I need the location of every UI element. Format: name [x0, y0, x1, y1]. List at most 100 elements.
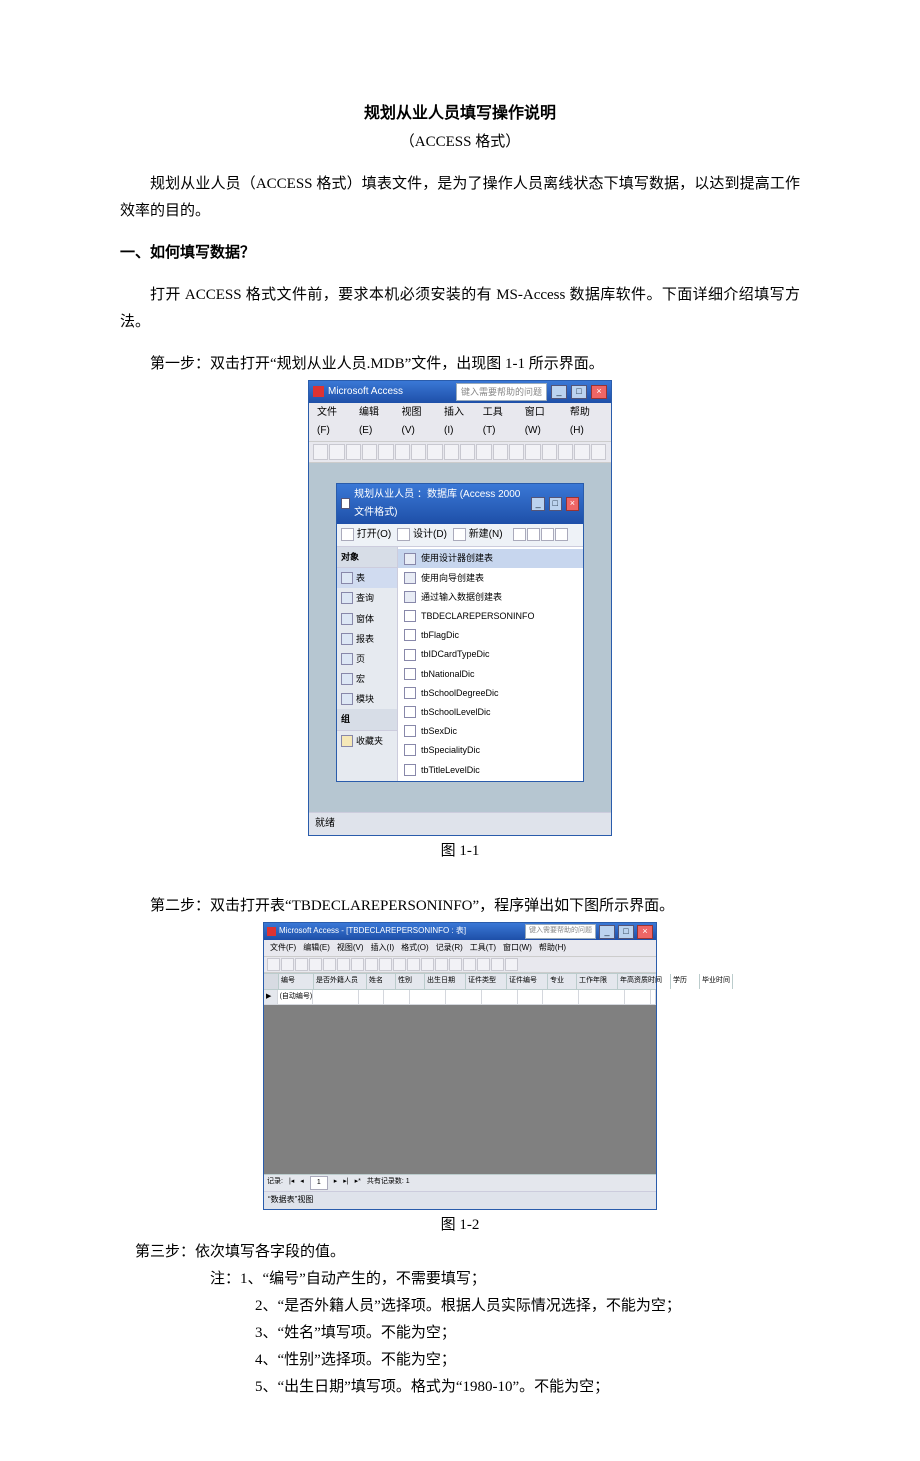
menu-tools[interactable]: 工具(T) — [479, 404, 519, 440]
nav-new-button[interactable]: ▸* — [355, 1176, 361, 1191]
toolbar-button[interactable] — [346, 444, 361, 460]
col-edu[interactable]: 学历 — [671, 974, 700, 989]
nav-queries[interactable]: 查询 — [337, 588, 397, 608]
menu-insert[interactable]: 插入(I) — [368, 941, 398, 955]
col-years[interactable]: 工作年限 — [577, 974, 618, 989]
nav-tables[interactable]: 表 — [337, 568, 397, 588]
menu-window[interactable]: 窗口(W) — [500, 941, 535, 955]
maximize-button[interactable]: □ — [571, 385, 587, 399]
toolbar-button[interactable] — [493, 444, 508, 460]
toolbar-button[interactable] — [491, 958, 504, 971]
db-new-button[interactable]: 新建(N) — [453, 526, 503, 544]
toolbar-button[interactable] — [295, 958, 308, 971]
close-button[interactable]: × — [637, 925, 653, 939]
col-major[interactable]: 专业 — [548, 974, 577, 989]
nav-pages[interactable]: 页 — [337, 649, 397, 669]
toolbar-button[interactable] — [591, 444, 606, 460]
toolbar-button[interactable] — [449, 958, 462, 971]
menu-file[interactable]: 文件(F) — [267, 941, 299, 955]
list-item[interactable]: TBDECLAREPERSONINFO — [398, 607, 583, 626]
toolbar-button[interactable] — [574, 444, 589, 460]
toolbar-button[interactable] — [362, 444, 377, 460]
toolbar-button[interactable] — [477, 958, 490, 971]
app-titlebar[interactable]: Microsoft Access - [TBDECLAREPERSONINFO … — [264, 923, 656, 940]
toolbar-button[interactable] — [463, 958, 476, 971]
app-titlebar[interactable]: Microsoft Access 键入需要帮助的问题 _ □ × — [309, 381, 611, 403]
list-item[interactable]: tbSchoolLevelDic — [398, 702, 583, 721]
toolbar-button[interactable] — [460, 444, 475, 460]
list-item[interactable]: 通过输入数据创建表 — [398, 587, 583, 606]
db-open-button[interactable]: 打开(O) — [341, 526, 391, 544]
list-item[interactable]: tbIDCardTypeDic — [398, 645, 583, 664]
toolbar-button[interactable] — [329, 444, 344, 460]
toolbar-button[interactable] — [337, 958, 350, 971]
list-item[interactable]: tbNationalDic — [398, 664, 583, 683]
menu-tools[interactable]: 工具(T) — [467, 941, 499, 955]
minimize-button[interactable]: _ — [599, 925, 615, 939]
menu-edit[interactable]: 编辑(E) — [355, 404, 396, 440]
maximize-button[interactable]: □ — [618, 925, 634, 939]
view-detail-icon[interactable] — [555, 528, 568, 541]
list-item[interactable]: tbSpecialityDic — [398, 741, 583, 760]
menu-window[interactable]: 窗口(W) — [521, 404, 564, 440]
col-name[interactable]: 姓名 — [367, 974, 396, 989]
toolbar-button[interactable] — [393, 958, 406, 971]
db-maximize-button[interactable]: □ — [549, 497, 562, 511]
help-search-input[interactable]: 键入需要帮助的问题 — [456, 383, 547, 401]
toolbar-button[interactable] — [525, 444, 540, 460]
view-small-icon[interactable] — [527, 528, 540, 541]
list-item[interactable]: 使用向导创建表 — [398, 568, 583, 587]
nav-modules[interactable]: 模块 — [337, 689, 397, 709]
col-gradtime[interactable]: 毕业时间 — [700, 974, 733, 989]
toolbar-button[interactable] — [435, 958, 448, 971]
toolbar-button[interactable] — [421, 958, 434, 971]
toolbar-button[interactable] — [378, 444, 393, 460]
col-birth[interactable]: 出生日期 — [425, 974, 466, 989]
col-id[interactable]: 编号 — [279, 974, 314, 989]
toolbar-button[interactable] — [411, 444, 426, 460]
list-item[interactable]: tbSexDic — [398, 722, 583, 741]
help-search-input[interactable]: 键入需要帮助的问题 — [525, 924, 596, 939]
toolbar-button[interactable] — [267, 958, 280, 971]
col-qualtime[interactable]: 年高资质时间 — [618, 974, 671, 989]
nav-reports[interactable]: 报表 — [337, 629, 397, 649]
cell-id[interactable]: (自动编号) — [278, 990, 313, 1005]
menu-records[interactable]: 记录(R) — [433, 941, 466, 955]
toolbar-button[interactable] — [281, 958, 294, 971]
col-idtype[interactable]: 证件类型 — [466, 974, 507, 989]
toolbar-button[interactable] — [351, 958, 364, 971]
menu-help[interactable]: 帮助(H) — [536, 941, 569, 955]
nav-macros[interactable]: 宏 — [337, 669, 397, 689]
nav-next-button[interactable]: ▸ — [334, 1176, 338, 1191]
db-design-button[interactable]: 设计(D) — [397, 526, 447, 544]
toolbar-button[interactable] — [323, 958, 336, 971]
toolbar-button[interactable] — [395, 444, 410, 460]
col-sex[interactable]: 性别 — [396, 974, 425, 989]
nav-first-button[interactable]: |◂ — [289, 1176, 294, 1191]
nav-favorites[interactable]: 收藏夹 — [337, 731, 397, 751]
row-selector-header[interactable] — [264, 974, 279, 989]
toolbar-button[interactable] — [309, 958, 322, 971]
list-item[interactable]: tbFlagDic — [398, 626, 583, 645]
toolbar-button[interactable] — [505, 958, 518, 971]
close-button[interactable]: × — [591, 385, 607, 399]
menu-view[interactable]: 视图(V) — [334, 941, 367, 955]
nav-prev-button[interactable]: ◂ — [300, 1176, 304, 1191]
nav-position[interactable]: 1 — [310, 1176, 328, 1191]
list-item[interactable]: tbSchoolDegreeDic — [398, 683, 583, 702]
menu-insert[interactable]: 插入(I) — [440, 404, 477, 440]
menu-view[interactable]: 视图(V) — [397, 404, 438, 440]
toolbar-button[interactable] — [407, 958, 420, 971]
toolbar-button[interactable] — [379, 958, 392, 971]
toolbar-button[interactable] — [313, 444, 328, 460]
toolbar-button[interactable] — [509, 444, 524, 460]
toolbar-button[interactable] — [444, 444, 459, 460]
db-minimize-button[interactable]: _ — [531, 497, 544, 511]
menu-format[interactable]: 格式(O) — [398, 941, 432, 955]
minimize-button[interactable]: _ — [551, 385, 567, 399]
list-item[interactable]: 使用设计器创建表 — [398, 549, 583, 568]
nav-last-button[interactable]: ▸| — [343, 1176, 348, 1191]
toolbar-button[interactable] — [365, 958, 378, 971]
col-foreign[interactable]: 是否外籍人员 — [314, 974, 367, 989]
db-titlebar[interactable]: 规划从业人员 ：数据库 (Access 2000 文件格式) _ □ × — [337, 484, 583, 524]
